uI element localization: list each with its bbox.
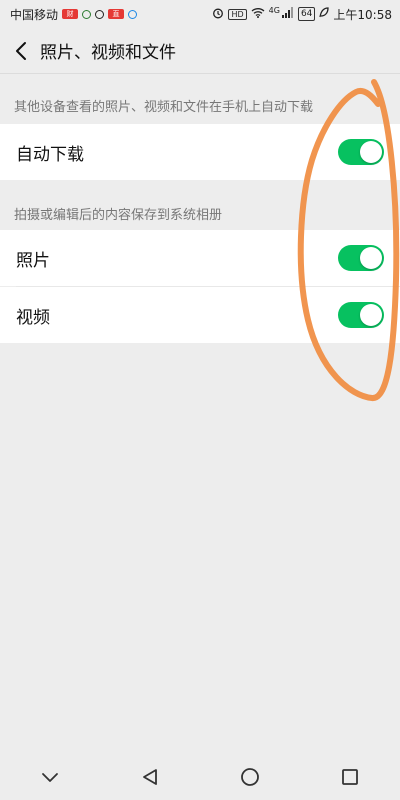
auto-download-caption: 其他设备查看的照片、视频和文件在手机上自动下载	[14, 100, 314, 115]
toggle-knob	[360, 141, 382, 163]
auto-download-label: 自动下载	[16, 144, 84, 165]
recents-square-icon	[342, 769, 358, 785]
app-notification-icon	[82, 9, 92, 19]
network-type-label: 4G	[268, 5, 280, 15]
battery-level: 64	[300, 9, 313, 19]
hide-nav-button[interactable]	[30, 757, 70, 797]
hd-icon: HD	[228, 8, 247, 20]
auto-download-cell: 自动下载	[0, 124, 400, 180]
videos-label: 视频	[16, 307, 50, 328]
nav-home-button[interactable]	[230, 757, 270, 797]
status-right: HD 4G 64 上午10:58	[212, 6, 392, 23]
back-triangle-icon	[143, 769, 157, 785]
hand-drawn-circle-annotation	[297, 79, 400, 401]
alarm-icon	[212, 7, 224, 22]
status-left: 中国移动 财 直	[10, 6, 138, 23]
back-button[interactable]	[10, 37, 32, 65]
app-notification-icon	[95, 9, 105, 19]
screen: 中国移动 财 直 HD 4G 64 上午10:58 照片、视频和文件 其他设备查…	[0, 0, 400, 800]
home-circle-icon	[241, 768, 259, 786]
save-to-album-caption: 拍摄或编辑后的内容保存到系统相册	[14, 208, 223, 223]
battery-icon: 64	[297, 7, 316, 21]
sync-icon	[128, 9, 138, 19]
photos-cell: 照片	[0, 230, 400, 286]
page-title: 照片、视频和文件	[40, 43, 176, 63]
toggle-knob	[360, 304, 382, 326]
wifi-icon	[251, 7, 265, 21]
auto-download-toggle[interactable]	[338, 139, 384, 165]
notification-badge-icon: 财	[62, 9, 79, 19]
nav-recents-button[interactable]	[330, 757, 370, 797]
videos-toggle[interactable]	[338, 302, 384, 328]
clock-label: 上午10:58	[333, 7, 392, 22]
carrier-label: 中国移动	[10, 7, 59, 22]
toggle-knob	[360, 247, 382, 269]
chevron-down-icon	[42, 773, 58, 782]
nav-header: 照片、视频和文件	[0, 28, 400, 74]
leaf-icon	[319, 7, 330, 21]
status-bar: 中国移动 财 直 HD 4G 64 上午10:58	[0, 0, 400, 28]
notification-badge-icon: 直	[108, 9, 125, 19]
photos-toggle[interactable]	[338, 245, 384, 271]
photos-label: 照片	[16, 250, 50, 271]
system-nav-bar	[0, 754, 400, 800]
nav-back-button[interactable]	[130, 757, 170, 797]
signal-icon	[281, 7, 294, 21]
back-arrow-icon	[16, 41, 26, 60]
videos-cell: 视频	[0, 287, 400, 343]
